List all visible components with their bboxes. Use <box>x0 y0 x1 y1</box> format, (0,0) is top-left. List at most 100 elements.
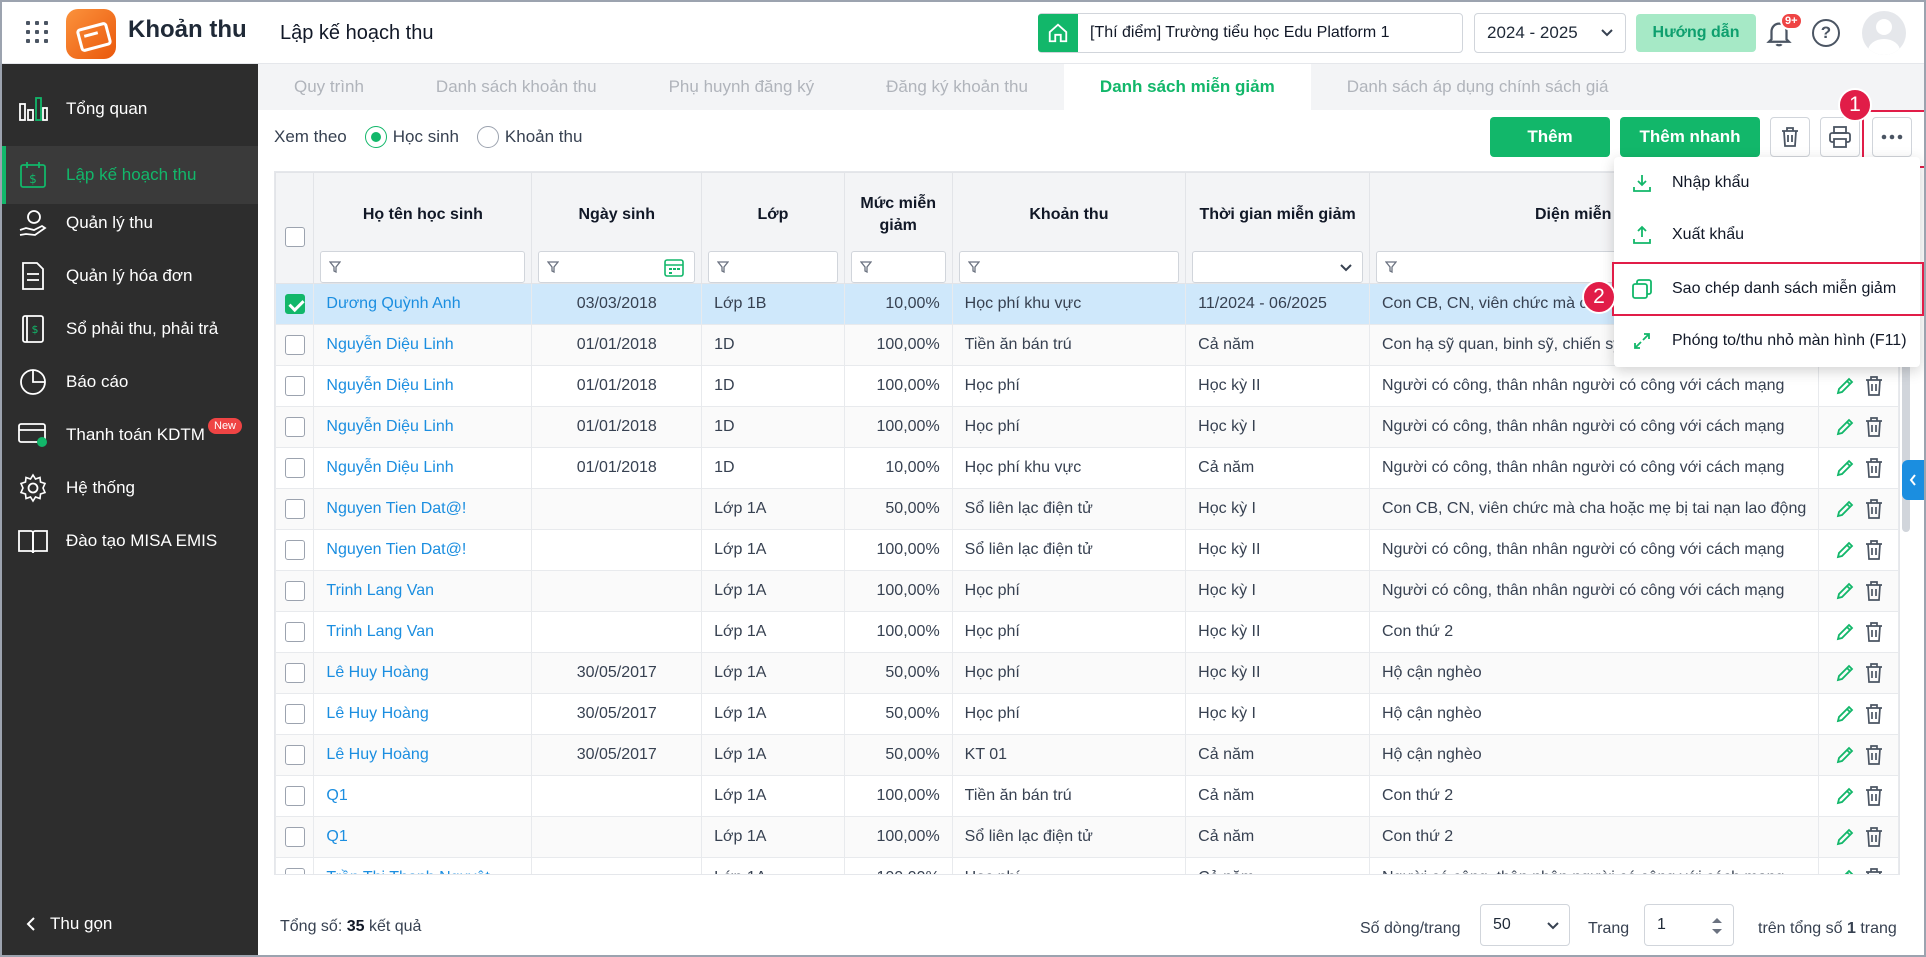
row-checkbox[interactable] <box>284 376 305 396</box>
edit-icon[interactable] <box>1835 581 1855 601</box>
filter-name-input[interactable] <box>320 251 526 283</box>
page-stepper[interactable]: 1 <box>1644 904 1734 946</box>
table-row[interactable]: Lê Huy Hoàng 30/05/2017 Lớp 1A 50,00% Học ph… <box>275 652 1899 694</box>
cell-student-name[interactable]: Nguyễn Diệu Linh <box>313 447 533 489</box>
rows-per-page-select[interactable]: 50 <box>1480 904 1570 946</box>
cell-student-name[interactable]: Q1 <box>313 816 533 858</box>
row-checkbox[interactable] <box>284 458 305 478</box>
trash-icon[interactable] <box>1865 376 1883 396</box>
cell-student-name[interactable]: Trinh Lang Van <box>313 570 533 612</box>
edit-icon[interactable] <box>1835 868 1855 875</box>
row-checkbox[interactable] <box>284 417 305 437</box>
cell-student-name[interactable]: Trần Thị Thanh Nguyệt <box>313 857 533 874</box>
edit-icon[interactable] <box>1835 622 1855 642</box>
trash-icon[interactable] <box>1865 499 1883 519</box>
trash-icon[interactable] <box>1865 868 1883 875</box>
trash-icon[interactable] <box>1865 540 1883 560</box>
filter-time-select[interactable] <box>1192 251 1363 283</box>
sidebar-item-system[interactable]: Hệ thống <box>2 459 258 517</box>
app-grid-icon[interactable] <box>26 21 48 43</box>
trash-icon[interactable] <box>1865 663 1883 683</box>
side-panel-toggle[interactable] <box>1902 460 1924 500</box>
cell-student-name[interactable]: Lê Huy Hoàng <box>313 693 533 735</box>
sidebar-item-overview[interactable]: Tổng quan <box>2 80 258 138</box>
filter-fee-input[interactable] <box>958 251 1180 283</box>
tab-parent-register[interactable]: Phụ huynh đăng ký <box>633 64 851 110</box>
cell-student-name[interactable]: Nguyễn Diệu Linh <box>313 406 533 448</box>
row-checkbox[interactable] <box>284 704 305 724</box>
row-checkbox[interactable] <box>284 540 305 560</box>
print-button[interactable] <box>1820 117 1860 157</box>
edit-icon[interactable] <box>1835 745 1855 765</box>
sidebar-item-training[interactable]: Đào tạo MISA EMIS <box>2 512 258 570</box>
sidebar-item-report[interactable]: Báo cáo <box>2 353 258 411</box>
row-checkbox[interactable] <box>284 294 305 314</box>
edit-icon[interactable] <box>1835 827 1855 847</box>
trash-icon[interactable] <box>1865 417 1883 437</box>
quick-add-button[interactable]: Thêm nhanh <box>1620 117 1760 157</box>
cell-student-name[interactable]: Nguyễn Diệu Linh <box>313 365 533 407</box>
tab-fee-list[interactable]: Danh sách khoản thu <box>400 64 633 110</box>
calendar-icon[interactable] <box>664 258 684 277</box>
sidebar-item-payment[interactable]: Thanh toán KDTM New <box>2 406 258 464</box>
cell-student-name[interactable]: Nguyễn Diệu Linh <box>313 324 533 366</box>
cell-student-name[interactable]: Q1 <box>313 775 533 817</box>
select-all-checkbox[interactable] <box>284 227 305 247</box>
menu-item-export[interactable]: Xuất khẩu <box>1614 209 1920 261</box>
delete-toolbar-button[interactable] <box>1770 117 1810 157</box>
table-row[interactable]: Trinh Lang Van Lớp 1A 100,00% Học phí Học kỳ… <box>275 570 1899 612</box>
radio-fee[interactable] <box>476 126 499 148</box>
table-row[interactable]: Nguyen Tien Dat@! Lớp 1A 50,00% Sổ liên lạc… <box>275 488 1899 530</box>
trash-icon[interactable] <box>1865 622 1883 642</box>
table-row[interactable]: Lê Huy Hoàng 30/05/2017 Lớp 1A 50,00% Học ph… <box>275 693 1899 735</box>
help-icon[interactable]: ? <box>1812 19 1840 47</box>
row-checkbox[interactable] <box>284 868 305 874</box>
guide-button[interactable]: Hướng dẫn <box>1636 14 1756 52</box>
edit-icon[interactable] <box>1835 540 1855 560</box>
row-checkbox[interactable] <box>284 581 305 601</box>
edit-icon[interactable] <box>1835 376 1855 396</box>
trash-icon[interactable] <box>1865 745 1883 765</box>
tab-fee-register[interactable]: Đăng ký khoản thu <box>850 64 1064 110</box>
collapse-button[interactable]: Thu gọn <box>26 914 112 934</box>
tab-exemption-list[interactable]: Danh sách miễn giảm <box>1063 64 1311 110</box>
cell-student-name[interactable]: Trinh Lang Van <box>313 611 533 653</box>
edit-icon[interactable] <box>1835 417 1855 437</box>
school-selector[interactable]: [Thí điểm] Trường tiểu học Edu Platform … <box>1038 13 1463 53</box>
stepper-arrows-icon[interactable] <box>1711 915 1723 937</box>
row-checkbox[interactable] <box>284 786 305 806</box>
trash-icon[interactable] <box>1865 827 1883 847</box>
row-checkbox[interactable] <box>284 827 305 847</box>
table-row[interactable]: Nguyễn Diệu Linh 01/01/2018 1D 100,00% Học p… <box>275 406 1899 448</box>
table-row[interactable]: Trần Thị Thanh Nguyệt Lớp 1A100,00%Học ph… <box>275 857 1899 875</box>
row-checkbox[interactable] <box>284 335 305 355</box>
radio-student[interactable] <box>364 126 387 148</box>
table-row[interactable]: Nguyễn Diệu Linh 01/01/2018 1D 10,00% Học ph… <box>275 447 1899 489</box>
sidebar-item-ledger[interactable]: $ Sổ phải thu, phải trả <box>2 300 258 358</box>
edit-icon[interactable] <box>1835 663 1855 683</box>
filter-rate-input[interactable] <box>850 251 946 283</box>
cell-student-name[interactable]: Lê Huy Hoàng <box>313 652 533 694</box>
edit-icon[interactable] <box>1835 704 1855 724</box>
row-checkbox[interactable] <box>284 499 305 519</box>
trash-icon[interactable] <box>1865 458 1883 478</box>
cell-student-name[interactable]: Lê Huy Hoàng <box>313 734 533 776</box>
cell-student-name[interactable]: Nguyen Tien Dat@! <box>313 488 533 530</box>
trash-icon[interactable] <box>1865 704 1883 724</box>
filter-dob-input[interactable] <box>538 251 696 283</box>
table-row[interactable]: Q1 Lớp 1A 100,00% Sổ liên lạc điện tử Cả năm… <box>275 816 1899 858</box>
table-row[interactable]: Trinh Lang Van Lớp 1A 100,00% Học phí Học kỳ… <box>275 611 1899 653</box>
filter-class-input[interactable] <box>708 251 838 283</box>
trash-icon[interactable] <box>1865 581 1883 601</box>
row-checkbox[interactable] <box>284 663 305 683</box>
table-row[interactable]: Q1 Lớp 1A 100,00% Tiền ăn bán trú Cả năm Con … <box>275 775 1899 817</box>
row-checkbox[interactable] <box>284 745 305 765</box>
table-row[interactable]: Nguyễn Diệu Linh 01/01/2018 1D 100,00% Học p… <box>275 365 1899 407</box>
avatar[interactable] <box>1862 11 1906 55</box>
cell-student-name[interactable]: Nguyen Tien Dat@! <box>313 529 533 571</box>
edit-icon[interactable] <box>1835 458 1855 478</box>
menu-item-import[interactable]: Nhập khẩu <box>1614 157 1920 209</box>
year-select[interactable]: 2024 - 2025 <box>1474 13 1626 53</box>
row-checkbox[interactable] <box>284 622 305 642</box>
sidebar-item-invoice[interactable]: Quản lý hóa đơn <box>2 247 258 305</box>
